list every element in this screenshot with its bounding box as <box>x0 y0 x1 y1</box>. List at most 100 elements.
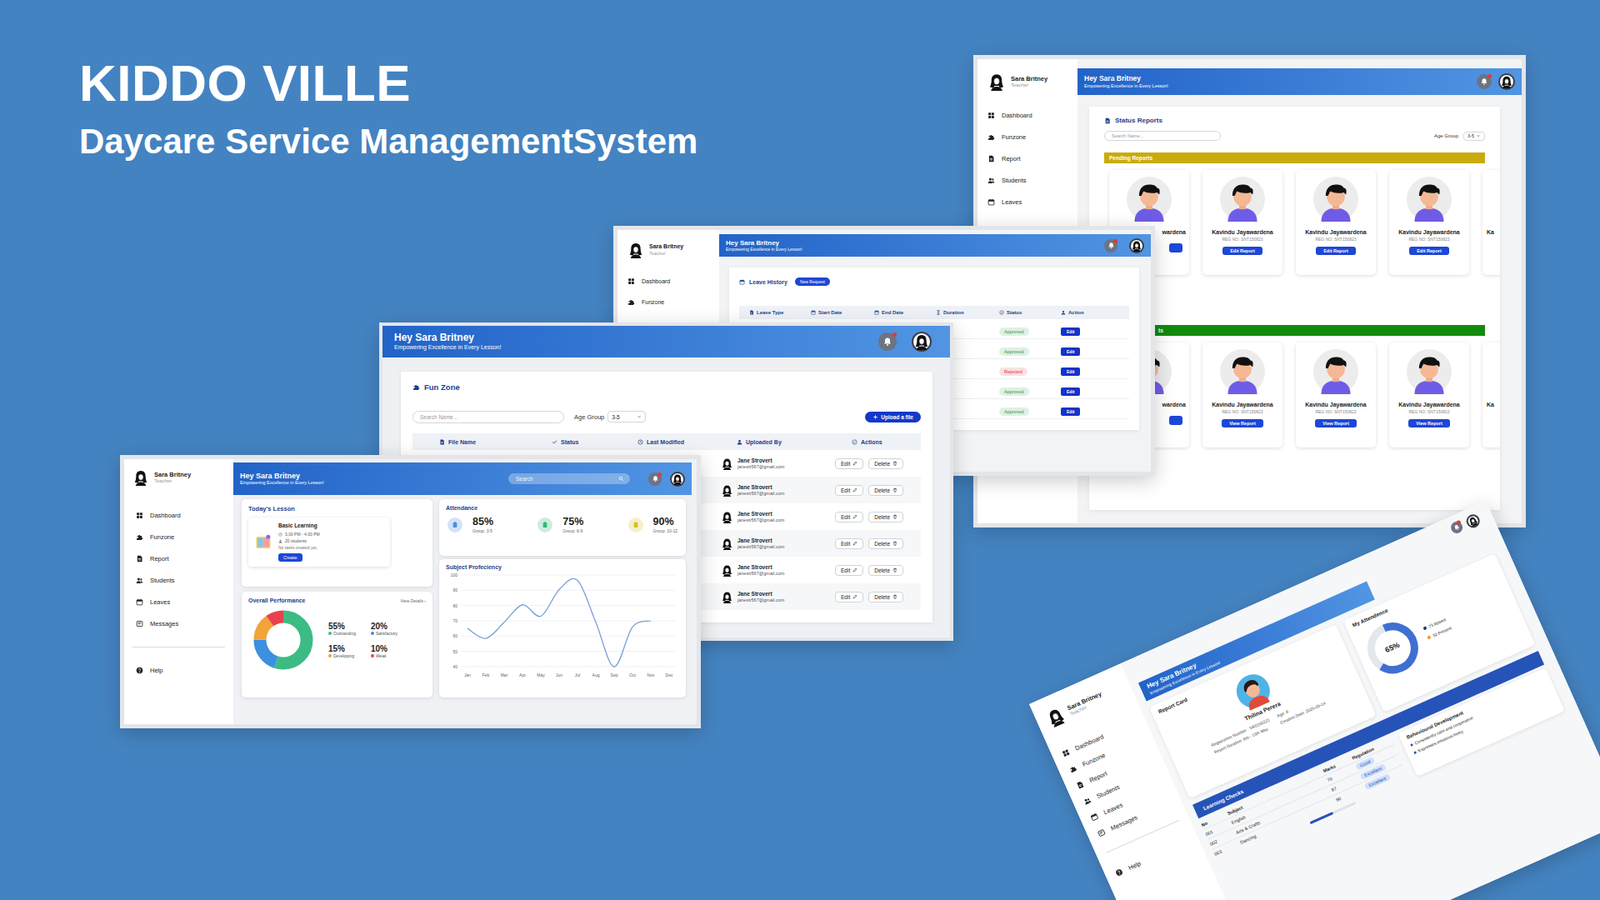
uploader-name: Jane Strovert <box>737 564 785 571</box>
sidebar-item[interactable]: Funzone <box>135 532 225 542</box>
delete-button[interactable]: Delete <box>868 458 904 470</box>
search-input[interactable] <box>1104 130 1221 141</box>
performance-legend: 55%Outstanding20%Satisfactory15%Developi… <box>328 621 398 659</box>
profile-avatar[interactable] <box>1464 512 1482 530</box>
upload-button[interactable]: Upload a file <box>865 411 921 423</box>
delete-button[interactable]: Delete <box>868 511 904 523</box>
age-group-dropdown[interactable]: 3-5 <box>607 410 646 423</box>
report-button[interactable] <box>1169 243 1183 253</box>
delete-button[interactable]: Delete <box>868 538 904 550</box>
edit-button[interactable]: Edit <box>1060 407 1080 416</box>
button-label: View Report <box>1322 420 1350 426</box>
edit-button[interactable]: Edit <box>835 538 864 550</box>
notification-bell[interactable] <box>648 472 662 486</box>
chevron-down-icon <box>1475 133 1481 139</box>
button-label: Edit <box>840 460 850 467</box>
attendance-text: 90%Group: 10-12 <box>653 516 678 534</box>
sidebar-item[interactable]: Leaves <box>135 597 225 607</box>
report-button[interactable]: Edit Report <box>1315 246 1356 255</box>
help-item[interactable]: Help <box>132 665 225 675</box>
table-header: File NameStatusLast ModifiedUploaded ByA… <box>412 433 921 450</box>
user-profile[interactable]: Sara BritneyTeacher <box>987 72 1068 91</box>
help-icon <box>1114 867 1125 878</box>
column-header: Uploaded By <box>714 439 831 445</box>
sidebar-item[interactable]: Dashboard <box>135 510 225 520</box>
sidebar-item[interactable]: Leaves <box>987 197 1068 207</box>
student-name: Ka <box>1482 229 1500 235</box>
edit-button[interactable]: Edit <box>835 591 864 603</box>
column-icon <box>637 439 644 445</box>
edit-button[interactable]: Edit <box>835 485 864 496</box>
view-details-link[interactable]: View Details › <box>400 598 426 604</box>
sidebar-item[interactable]: Funzone <box>987 132 1068 142</box>
report-button[interactable]: View Report <box>1221 419 1264 428</box>
sidebar-item[interactable]: Report <box>135 554 225 564</box>
button-label: Delete <box>874 460 890 467</box>
sidebar-item[interactable]: Report <box>987 154 1068 164</box>
column-header: End Date <box>874 310 936 315</box>
sidebar-item[interactable]: Dashboard <box>987 110 1068 120</box>
sidebar-item[interactable]: Messages <box>1096 797 1174 839</box>
edit-button[interactable]: Edit <box>1060 367 1080 376</box>
student-card: Ka <box>1482 342 1500 448</box>
create-button[interactable]: Create <box>278 553 303 562</box>
edit-button[interactable]: Edit <box>835 511 864 523</box>
edit-button[interactable]: Edit <box>1060 347 1080 356</box>
sidebar-item[interactable]: Messages <box>135 619 225 629</box>
grid-line <box>460 590 676 591</box>
greeting-block: Hey Sara BritneyEmpowering Excellence in… <box>240 471 325 487</box>
column-header: Start Date <box>810 310 875 315</box>
delete-button[interactable]: Delete <box>868 485 904 496</box>
sidebar-item[interactable]: Funzone <box>1067 734 1145 775</box>
edit-button[interactable]: Edit <box>1060 327 1080 336</box>
report-button[interactable] <box>1169 415 1183 425</box>
greeting-block: Hey Sara BritneyEmpowering Excellence in… <box>725 239 803 253</box>
legend-dot <box>1422 625 1427 630</box>
card-header: Overall PerformanceView Details › <box>248 597 426 604</box>
button-label: Upload a file <box>880 414 914 420</box>
button-label: Create <box>283 555 298 560</box>
profile-avatar[interactable] <box>1498 73 1515 90</box>
report-button[interactable]: View Report <box>1408 419 1450 428</box>
notification-bell[interactable] <box>878 332 897 351</box>
sidebar-item[interactable]: Students <box>1081 765 1159 807</box>
notification-bell[interactable] <box>1449 520 1465 535</box>
age-group-dropdown[interactable]: 3-5 <box>1463 131 1485 141</box>
search-box[interactable] <box>508 473 630 485</box>
notification-bell[interactable] <box>1104 239 1118 253</box>
notification-bell[interactable] <box>1476 74 1492 90</box>
action-cell: Edit <box>1060 401 1130 417</box>
notification-badge <box>1487 74 1492 79</box>
status-badge: Approved <box>999 327 1030 336</box>
search-input[interactable] <box>412 410 565 424</box>
user-profile[interactable]: Sara BritneyTeacher <box>1043 680 1125 730</box>
search-input[interactable] <box>514 475 619 483</box>
age-label: Age Group <box>574 413 605 421</box>
delete-button[interactable]: Delete <box>868 591 904 603</box>
report-button[interactable]: Edit Report <box>1222 246 1263 255</box>
new-request-button[interactable]: New Request <box>795 277 830 286</box>
user-profile[interactable]: Sara BritneyTeacher <box>627 241 710 259</box>
user-profile[interactable]: Sara BritneyTeacher <box>132 469 225 486</box>
sidebar-item[interactable]: Dashboard <box>627 276 710 286</box>
edit-button[interactable]: Edit <box>835 565 864 576</box>
help-icon <box>135 666 144 675</box>
report-button[interactable]: View Report <box>1315 419 1357 428</box>
sidebar-item[interactable]: Students <box>987 175 1068 185</box>
attendance-card: Attendance85%Group: 3-575%Group: 6-990%G… <box>439 499 686 556</box>
edit-button[interactable]: Edit <box>1060 387 1080 396</box>
profile-avatar[interactable] <box>670 471 685 487</box>
edit-button[interactable]: Edit <box>835 458 864 470</box>
sidebar-label: Leaves <box>1102 800 1125 816</box>
column-label: Uploaded By <box>745 439 782 445</box>
profile-avatar[interactable] <box>911 331 932 352</box>
sidebar-item[interactable]: Students <box>135 575 225 585</box>
profile-avatar[interactable] <box>1129 238 1145 254</box>
lesson-item[interactable]: Basic Learning3.00 PM - 4.00 PM20 studen… <box>248 517 390 567</box>
sidebar-item[interactable]: Funzone <box>627 297 710 307</box>
report-button[interactable]: Edit Report <box>1409 246 1450 255</box>
user-icon <box>278 539 283 544</box>
notification-badge <box>1455 520 1462 526</box>
delete-button[interactable]: Delete <box>868 565 904 576</box>
y-axis-tick: 40 <box>452 664 458 670</box>
